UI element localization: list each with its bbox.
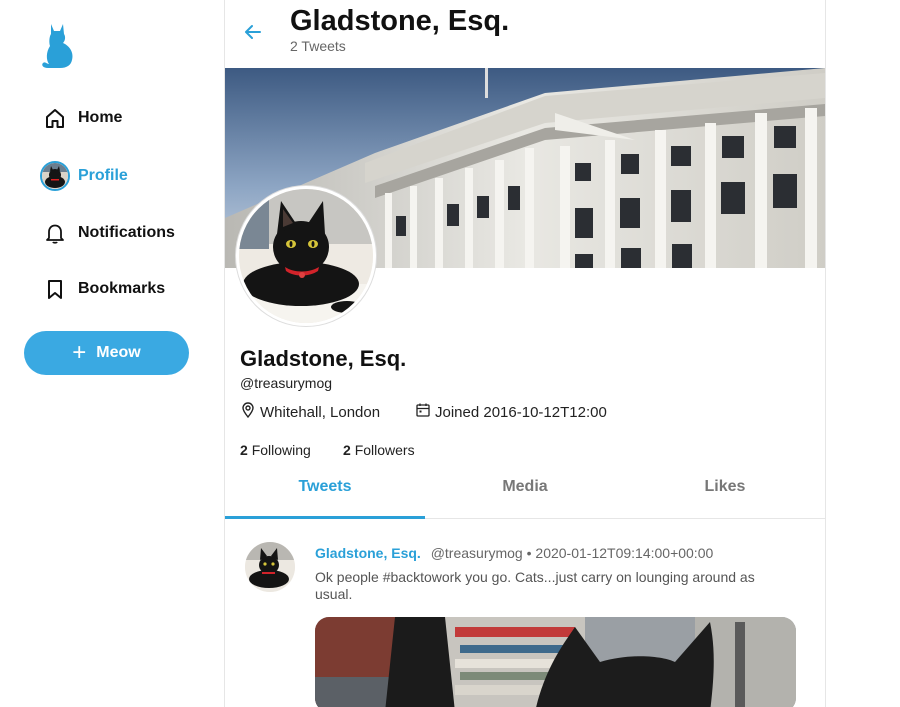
sidebar-item-label: Bookmarks — [78, 280, 166, 297]
tweet-count: 2 Tweets — [290, 38, 346, 54]
page-title: Gladstone, Esq. — [290, 5, 510, 37]
avatar — [38, 159, 72, 193]
sidebar-item-label: Notifications — [78, 224, 175, 241]
cat-logo-icon[interactable] — [40, 20, 76, 70]
back-arrow-icon[interactable] — [243, 22, 263, 42]
sidebar-item-bookmarks[interactable]: Bookmarks — [38, 272, 165, 306]
tweet-author-name[interactable]: Gladstone, Esq. — [315, 545, 421, 561]
location-pin-icon — [240, 402, 260, 422]
profile-location: Whitehall, London — [240, 402, 380, 422]
sidebar-item-home[interactable]: Home — [38, 101, 122, 135]
plus-icon: + — [72, 339, 87, 366]
bookmark-icon — [38, 272, 72, 306]
profile-column: Gladstone, Esq. 2 Tweets Gladstone, Esq.… — [224, 0, 826, 707]
location-text: Whitehall, London — [260, 403, 381, 421]
tab-tweets[interactable]: Tweets — [225, 466, 425, 519]
profile-handle: @treasurymog — [240, 375, 333, 391]
joined-text: Joined 2016-10-12T12:00 — [435, 403, 607, 421]
bell-icon — [38, 216, 72, 250]
compose-meow-button[interactable]: + Meow — [24, 331, 189, 375]
tab-likes[interactable]: Likes — [625, 466, 825, 518]
compose-button-label: Meow — [96, 344, 141, 361]
following-stat[interactable]: 2 Following — [240, 442, 311, 458]
following-label: Following — [251, 442, 311, 458]
followers-label: Followers — [354, 442, 415, 458]
calendar-icon — [415, 402, 435, 422]
sidebar: Home Profile Notifications Bookmarks + M… — [0, 0, 224, 707]
tweet-header: Gladstone, Esq. @treasurymog • 2020-01-1… — [315, 545, 713, 561]
tweet-media-image[interactable] — [315, 617, 796, 707]
profile-header: Gladstone, Esq. 2 Tweets — [225, 0, 825, 68]
tweet-avatar[interactable] — [245, 542, 295, 592]
profile-tabs: Tweets Media Likes — [225, 466, 825, 519]
sidebar-item-notifications[interactable]: Notifications — [38, 216, 175, 250]
profile-name: Gladstone, Esq. — [240, 346, 407, 371]
profile-avatar[interactable] — [236, 186, 376, 326]
tweet-text: Ok people #backtowork you go. Cats...jus… — [315, 569, 755, 602]
home-icon — [38, 101, 72, 135]
sidebar-item-profile[interactable]: Profile — [38, 159, 128, 193]
sidebar-item-label: Profile — [78, 167, 128, 184]
followers-stat[interactable]: 2 Followers — [343, 442, 415, 458]
profile-joined: Joined 2016-10-12T12:00 — [415, 402, 607, 422]
sidebar-item-label: Home — [78, 109, 123, 126]
tweet-meta: @treasurymog • 2020-01-12T09:14:00+00:00 — [430, 545, 714, 561]
following-count: 2 — [240, 442, 248, 458]
tab-media[interactable]: Media — [425, 466, 625, 518]
followers-count: 2 — [343, 442, 351, 458]
tweet-item[interactable]: Gladstone, Esq. @treasurymog • 2020-01-1… — [225, 520, 825, 707]
